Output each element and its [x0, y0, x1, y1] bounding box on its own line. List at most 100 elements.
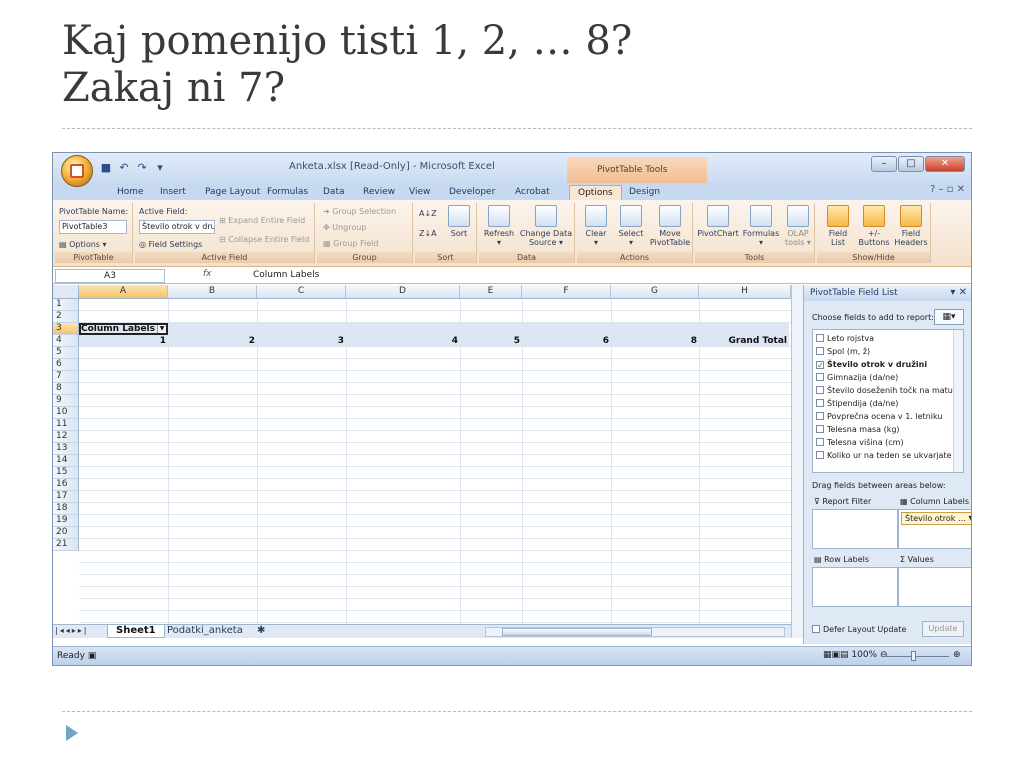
- pivot-header-cell[interactable]: 3: [257, 335, 346, 347]
- field-item[interactable]: Telesna višina (cm): [816, 436, 904, 449]
- pivottable-options-button[interactable]: ▤ Options ▾: [59, 239, 107, 250]
- row-header[interactable]: 15: [53, 467, 79, 479]
- field-item[interactable]: Spol (m, ž): [816, 345, 870, 358]
- field-item[interactable]: Gimnazija (da/ne): [816, 371, 898, 384]
- field-item[interactable]: Štipendija (da/ne): [816, 397, 898, 410]
- worksheet-grid[interactable]: A B C D E F G H 1 2 3 4 5 6 7 8 9 10 11 …: [53, 285, 791, 624]
- sort-button[interactable]: Sort: [445, 205, 473, 238]
- change-data-source-button[interactable]: Change Data Source ▾: [519, 205, 573, 247]
- sort-za-icon[interactable]: Z↓A: [419, 228, 437, 239]
- zoom-slider-handle[interactable]: [911, 651, 916, 661]
- office-button[interactable]: [61, 155, 93, 187]
- tab-data[interactable]: Data: [321, 185, 347, 200]
- row-header[interactable]: 14: [53, 455, 79, 467]
- row-header[interactable]: 9: [53, 395, 79, 407]
- horizontal-scroll-thumb[interactable]: [502, 628, 652, 636]
- field-item[interactable]: Telesna masa (kg): [816, 423, 900, 436]
- row-header[interactable]: 17: [53, 491, 79, 503]
- field-settings-button[interactable]: ◎ Field Settings: [139, 239, 202, 250]
- checkbox-icon[interactable]: [816, 399, 824, 407]
- formula-input[interactable]: Column Labels: [253, 269, 319, 282]
- field-item[interactable]: Povprečna ocena v 1. letniku: [816, 410, 942, 423]
- pivottable-name-field[interactable]: PivotTable3: [59, 220, 127, 234]
- pivot-header-cell[interactable]: 1: [79, 335, 168, 347]
- row-labels-drop-area[interactable]: [812, 567, 898, 607]
- view-buttons-icon[interactable]: ▦▣▤: [823, 650, 851, 660]
- macro-record-icon[interactable]: ▣: [88, 651, 97, 661]
- values-drop-area[interactable]: [898, 567, 971, 607]
- expand-entire-field-button[interactable]: ⊞ Expand Entire Field: [219, 215, 305, 226]
- plus-minus-buttons-button[interactable]: +/- Buttons: [857, 205, 891, 247]
- minimize-button[interactable]: –: [871, 156, 897, 172]
- sort-az-icon[interactable]: A↓Z: [419, 208, 437, 219]
- collapse-entire-field-button[interactable]: ⊟ Collapse Entire Field: [219, 234, 309, 245]
- row-header[interactable]: 21: [53, 539, 79, 551]
- save-icon[interactable]: ■: [99, 161, 113, 175]
- pivot-header-cell[interactable]: 2: [168, 335, 257, 347]
- checkbox-icon[interactable]: [816, 412, 824, 420]
- column-field-chip[interactable]: Število otrok … ▼: [901, 512, 971, 525]
- horizontal-scrollbar[interactable]: [485, 627, 785, 637]
- row-header[interactable]: 13: [53, 443, 79, 455]
- checkbox-icon[interactable]: [816, 425, 824, 433]
- olap-tools-button[interactable]: OLAP tools ▾: [783, 205, 813, 247]
- sheet-tab-podatki-anketa[interactable]: Podatki_anketa: [159, 625, 251, 638]
- close-button[interactable]: ✕: [925, 156, 965, 172]
- active-field-input[interactable]: Število otrok v dru: [139, 220, 215, 234]
- customize-qat-icon[interactable]: ▾: [153, 161, 167, 175]
- tab-developer[interactable]: Developer: [447, 185, 497, 200]
- tab-acrobat[interactable]: Acrobat: [513, 185, 552, 200]
- update-button[interactable]: Update: [922, 621, 964, 637]
- checkbox-icon[interactable]: [816, 334, 824, 342]
- zoom-level[interactable]: 100%: [851, 650, 877, 660]
- tab-options[interactable]: Options: [569, 185, 622, 200]
- zoom-in-icon[interactable]: ⊕: [953, 650, 961, 660]
- redo-icon[interactable]: ↷: [135, 161, 149, 175]
- checkbox-icon[interactable]: [816, 451, 824, 459]
- insert-sheet-icon[interactable]: ✱: [249, 625, 273, 638]
- checkbox-icon[interactable]: [816, 373, 824, 381]
- column-header-b[interactable]: B: [168, 285, 257, 299]
- cell-area[interactable]: [79, 299, 791, 624]
- sheet-navigation-arrows[interactable]: |◂◂▸▸|: [55, 626, 88, 635]
- column-header-f[interactable]: F: [522, 285, 611, 299]
- column-header-h[interactable]: H: [699, 285, 791, 299]
- field-item[interactable]: Koliko ur na teden se ukvarjate s špo…: [816, 449, 963, 462]
- checkbox-icon[interactable]: [816, 347, 824, 355]
- row-header[interactable]: 8: [53, 383, 79, 395]
- row-header[interactable]: 20: [53, 527, 79, 539]
- tab-design[interactable]: Design: [627, 185, 662, 200]
- close-pane-icon[interactable]: ▾ ✕: [950, 285, 967, 301]
- select-button[interactable]: Select ▾: [615, 205, 647, 247]
- row-header[interactable]: 3: [53, 323, 79, 335]
- row-header[interactable]: 5: [53, 347, 79, 359]
- pivot-header-cell[interactable]: 6: [522, 335, 611, 347]
- column-header-c[interactable]: C: [257, 285, 346, 299]
- move-pivottable-button[interactable]: Move PivotTable: [649, 205, 691, 247]
- defer-layout-update[interactable]: Defer Layout Update: [812, 625, 906, 634]
- zoom-out-icon[interactable]: ⊖: [880, 650, 888, 660]
- pivot-header-cell[interactable]: 4: [346, 335, 460, 347]
- field-headers-button[interactable]: Field Headers: [893, 205, 929, 247]
- field-item[interactable]: Leto rojstva: [816, 332, 874, 345]
- checkbox-icon[interactable]: [812, 625, 820, 633]
- formulas-button[interactable]: Formulas ▾: [741, 205, 781, 247]
- maximize-button[interactable]: □: [898, 156, 924, 172]
- field-list-box[interactable]: Leto rojstva Spol (m, ž) ✓ Število otrok …: [812, 329, 964, 473]
- field-list-button[interactable]: Field List: [821, 205, 855, 247]
- field-item[interactable]: Število doseženih točk na maturi: [816, 384, 958, 397]
- insert-function-icon[interactable]: fx: [203, 269, 212, 279]
- refresh-button[interactable]: Refresh ▾: [481, 205, 517, 247]
- tab-view[interactable]: View: [407, 185, 432, 200]
- column-header-d[interactable]: D: [346, 285, 460, 299]
- row-header[interactable]: 18: [53, 503, 79, 515]
- select-all-corner[interactable]: [53, 285, 79, 299]
- vertical-scrollbar[interactable]: [791, 285, 803, 638]
- undo-icon[interactable]: ↶: [117, 161, 131, 175]
- column-header-g[interactable]: G: [611, 285, 699, 299]
- row-header[interactable]: 16: [53, 479, 79, 491]
- tab-home[interactable]: Home: [115, 185, 146, 200]
- tab-review[interactable]: Review: [361, 185, 397, 200]
- group-selection-button[interactable]: ➜ Group Selection: [323, 206, 396, 217]
- report-filter-drop-area[interactable]: [812, 509, 898, 549]
